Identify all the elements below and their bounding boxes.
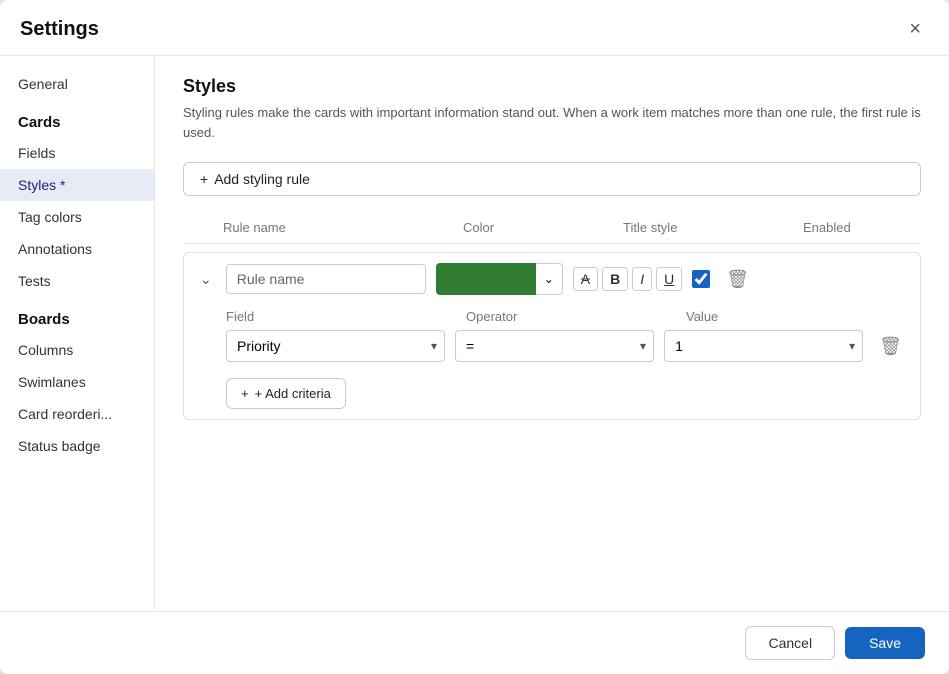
sidebar-item-styles[interactable]: Styles *: [0, 169, 154, 201]
cancel-button[interactable]: Cancel: [745, 626, 835, 660]
content-title: Styles: [183, 76, 921, 97]
delete-rule-button[interactable]: 🗑: [720, 267, 755, 292]
main-content: Styles Styling rules make the cards with…: [155, 56, 949, 611]
bold-button[interactable]: B: [602, 267, 628, 291]
chevron-expand-button[interactable]: ⌄: [196, 269, 216, 290]
field-select[interactable]: Priority Status Assignee: [226, 330, 445, 362]
rule-row: ⌄ ⌄ A B I U: [183, 252, 921, 420]
sidebar-item-status-badge[interactable]: Status badge: [0, 430, 154, 462]
title-style-controls: A B I U: [573, 267, 682, 291]
table-header: Rule name Color Title style Enabled: [183, 216, 921, 244]
operator-select[interactable]: = != > <: [455, 330, 654, 362]
strikethrough-button[interactable]: A: [573, 267, 598, 291]
enabled-checkbox[interactable]: [692, 270, 710, 288]
criteria-row: Priority Status Assignee = != > <: [226, 330, 908, 362]
criteria-col-value: Value: [686, 309, 886, 324]
col-enabled: Enabled: [803, 220, 923, 235]
sidebar-item-card-reordering[interactable]: Card reorderi...: [0, 398, 154, 430]
sidebar-item-annotations[interactable]: Annotations: [0, 233, 154, 265]
content-description: Styling rules make the cards with import…: [183, 103, 921, 142]
criteria-col-field: Field: [226, 309, 466, 324]
sidebar-item-swimlanes[interactable]: Swimlanes: [0, 366, 154, 398]
underline-button[interactable]: U: [656, 267, 682, 291]
rule-row-top: ⌄ ⌄ A B I U: [196, 263, 908, 295]
strikethrough-icon: A: [581, 271, 590, 287]
sidebar-item-columns[interactable]: Columns: [0, 334, 154, 366]
field-select-wrapper: Priority Status Assignee: [226, 330, 445, 362]
add-rule-label: Add styling rule: [214, 171, 310, 187]
add-criteria-label: + Add criteria: [255, 386, 331, 401]
sidebar: General Cards Fields Styles * Tag colors…: [0, 56, 155, 611]
plus-icon: +: [200, 171, 208, 187]
col-rule-name: Rule name: [223, 220, 463, 235]
sidebar-section-boards: Boards: [0, 297, 154, 334]
criteria-col-operator: Operator: [466, 309, 686, 324]
add-styling-rule-button[interactable]: + Add styling rule: [183, 162, 921, 196]
sidebar-item-tests[interactable]: Tests: [0, 265, 154, 297]
add-criteria-button[interactable]: + + Add criteria: [226, 378, 346, 409]
settings-modal: Settings × General Cards Fields Styles *…: [0, 0, 949, 674]
value-select-wrapper: 1 2 3 4: [664, 330, 863, 362]
color-swatch: [436, 263, 536, 295]
value-select[interactable]: 1 2 3 4: [664, 330, 863, 362]
italic-button[interactable]: I: [632, 267, 652, 291]
modal-header: Settings ×: [0, 0, 949, 56]
operator-select-wrapper: = != > <: [455, 330, 654, 362]
sidebar-section-cards: Cards: [0, 100, 154, 137]
sidebar-item-fields[interactable]: Fields: [0, 137, 154, 169]
rule-name-input[interactable]: [226, 264, 426, 294]
close-button[interactable]: ×: [901, 14, 929, 45]
col-title-style: Title style: [623, 220, 803, 235]
modal-footer: Cancel Save: [0, 611, 949, 674]
delete-criteria-button[interactable]: 🗑: [873, 334, 908, 359]
sidebar-item-general[interactable]: General: [0, 68, 154, 100]
color-picker: ⌄: [436, 263, 563, 295]
color-dropdown-button[interactable]: ⌄: [536, 263, 563, 295]
criteria-section: Field Operator Value Priority Status Ass…: [196, 309, 908, 409]
criteria-header: Field Operator Value: [226, 309, 908, 330]
col-color: Color: [463, 220, 623, 235]
sidebar-item-tag-colors[interactable]: Tag colors: [0, 201, 154, 233]
col-actions: [923, 220, 949, 235]
modal-body: General Cards Fields Styles * Tag colors…: [0, 56, 949, 611]
save-button[interactable]: Save: [845, 627, 925, 659]
plus-icon-criteria: +: [241, 386, 249, 401]
criteria-col-actions: [886, 309, 926, 324]
modal-title: Settings: [20, 18, 99, 41]
